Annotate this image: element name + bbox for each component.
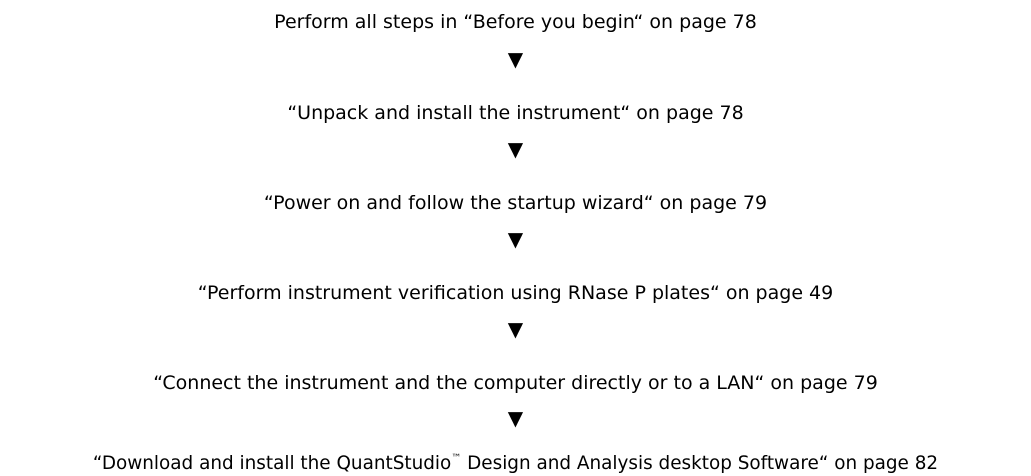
step-unpack-install: “Unpack and install the instrument“ on p…	[287, 102, 744, 124]
step-power-on-wizard: “Power on and follow the startup wizard“…	[263, 192, 768, 214]
down-arrow-icon: ▼	[507, 227, 524, 251]
step-instrument-verification: “Perform instrument verification using R…	[197, 282, 834, 304]
down-arrow-icon: ▼	[507, 47, 524, 71]
step-text-after-trademark: Design and Analysis desktop Software“ on…	[461, 453, 939, 474]
down-arrow-icon: ▼	[507, 317, 524, 341]
step-connect-instrument: “Connect the instrument and the computer…	[153, 372, 878, 394]
down-arrow-icon: ▼	[507, 137, 524, 161]
installation-flowchart: Perform all steps in “Before you begin“ …	[0, 0, 1031, 476]
step-download-install-software: “Download and install the QuantStudio™ D…	[0, 447, 1031, 476]
down-arrow-icon: ▼	[507, 406, 524, 430]
trademark-symbol: ™	[451, 453, 462, 464]
step-text-before-trademark: “Download and install the QuantStudio	[92, 453, 452, 474]
step-perform-before-you-begin: Perform all steps in “Before you begin“ …	[274, 11, 757, 33]
